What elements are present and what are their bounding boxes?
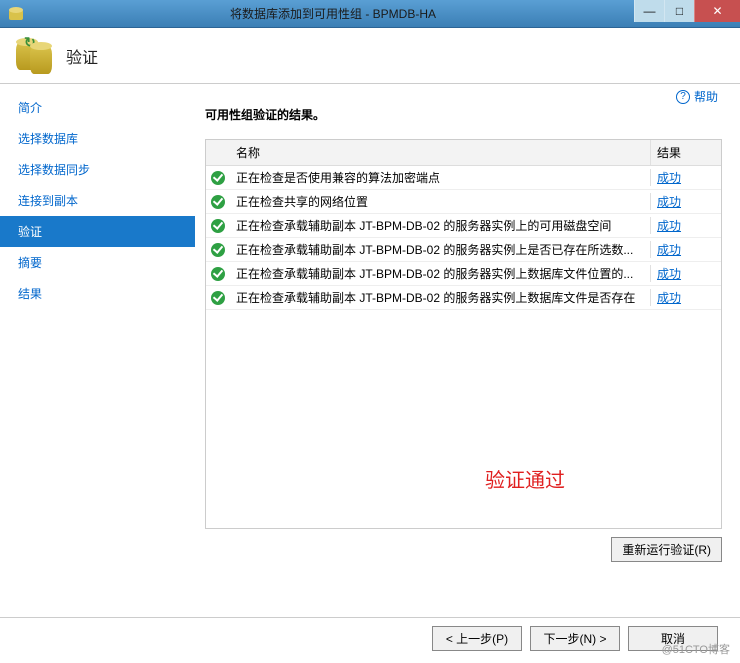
row-result: 成功	[651, 261, 721, 286]
main-content: ? 帮助 可用性组验证的结果。 名称 结果 正在检查是否使用兼容的算法加密端点成…	[195, 84, 740, 617]
rerun-validation-button[interactable]: 重新运行验证(R)	[611, 537, 722, 562]
validation-heading: 可用性组验证的结果。	[205, 106, 722, 123]
success-icon	[206, 219, 230, 233]
annotation-pass: 验证通过	[485, 464, 565, 493]
result-link[interactable]: 成功	[657, 219, 681, 233]
window-controls: — □ ✕	[634, 0, 740, 27]
back-button[interactable]: < 上一步(P)	[432, 626, 522, 651]
result-link[interactable]: 成功	[657, 195, 681, 209]
column-header-result[interactable]: 结果	[651, 140, 721, 165]
row-result: 成功	[651, 285, 721, 310]
row-result: 成功	[651, 213, 721, 238]
row-name: 正在检查是否使用兼容的算法加密端点	[230, 169, 651, 186]
validation-row[interactable]: 正在检查是否使用兼容的算法加密端点成功	[206, 166, 721, 190]
maximize-button[interactable]: □	[664, 0, 694, 22]
help-icon: ?	[676, 90, 690, 104]
sidebar-step-1[interactable]: 选择数据库	[0, 123, 195, 154]
minimize-button[interactable]: —	[634, 0, 664, 22]
result-link[interactable]: 成功	[657, 267, 681, 281]
validation-row[interactable]: 正在检查承载辅助副本 JT-BPM-DB-02 的服务器实例上数据库文件位置的.…	[206, 262, 721, 286]
row-name: 正在检查承载辅助副本 JT-BPM-DB-02 的服务器实例上的可用磁盘空间	[230, 217, 651, 234]
row-result: 成功	[651, 237, 721, 262]
sidebar-step-4[interactable]: 验证	[0, 216, 195, 247]
database-icon: ↻	[14, 36, 54, 76]
sidebar-step-2[interactable]: 选择数据同步	[0, 154, 195, 185]
wizard-steps-sidebar: 简介选择数据库选择数据同步连接到副本验证摘要结果	[0, 84, 195, 617]
validation-row[interactable]: 正在检查共享的网络位置成功	[206, 190, 721, 214]
validation-row[interactable]: 正在检查承载辅助副本 JT-BPM-DB-02 的服务器实例上数据库文件是否存在…	[206, 286, 721, 310]
title-bar: 将数据库添加到可用性组 - BPMDB-HA — □ ✕	[0, 0, 740, 28]
success-icon	[206, 291, 230, 305]
row-result: 成功	[651, 189, 721, 214]
validation-row[interactable]: 正在检查承载辅助副本 JT-BPM-DB-02 的服务器实例上的可用磁盘空间成功	[206, 214, 721, 238]
validation-grid: 名称 结果 正在检查是否使用兼容的算法加密端点成功正在检查共享的网络位置成功正在…	[205, 139, 722, 529]
result-link[interactable]: 成功	[657, 171, 681, 185]
column-header-name[interactable]: 名称	[230, 140, 651, 165]
window-title: 将数据库添加到可用性组 - BPMDB-HA	[32, 5, 634, 22]
sidebar-step-0[interactable]: 简介	[0, 92, 195, 123]
app-icon	[6, 4, 26, 24]
sidebar-step-5[interactable]: 摘要	[0, 247, 195, 278]
row-result: 成功	[651, 166, 721, 190]
help-label: 帮助	[694, 88, 718, 105]
result-link[interactable]: 成功	[657, 243, 681, 257]
wizard-footer: < 上一步(P) 下一步(N) > 取消	[0, 617, 740, 659]
row-name: 正在检查承载辅助副本 JT-BPM-DB-02 的服务器实例上数据库文件位置的.…	[230, 265, 651, 282]
wizard-header: ↻ 验证	[0, 28, 740, 84]
success-icon	[206, 267, 230, 281]
watermark: @51CTO博客	[662, 641, 730, 657]
help-link[interactable]: ? 帮助	[676, 88, 718, 105]
row-name: 正在检查承载辅助副本 JT-BPM-DB-02 的服务器实例上数据库文件是否存在	[230, 289, 651, 306]
next-button[interactable]: 下一步(N) >	[530, 626, 620, 651]
row-name: 正在检查承载辅助副本 JT-BPM-DB-02 的服务器实例上是否已存在所选数.…	[230, 241, 651, 258]
page-title: 验证	[66, 44, 98, 68]
success-icon	[206, 171, 230, 185]
sidebar-step-3[interactable]: 连接到副本	[0, 185, 195, 216]
sidebar-step-6[interactable]: 结果	[0, 278, 195, 309]
grid-header: 名称 结果	[206, 140, 721, 166]
row-name: 正在检查共享的网络位置	[230, 193, 651, 210]
close-button[interactable]: ✕	[694, 0, 740, 22]
validation-row[interactable]: 正在检查承载辅助副本 JT-BPM-DB-02 的服务器实例上是否已存在所选数.…	[206, 238, 721, 262]
result-link[interactable]: 成功	[657, 291, 681, 305]
success-icon	[206, 195, 230, 209]
success-icon	[206, 243, 230, 257]
